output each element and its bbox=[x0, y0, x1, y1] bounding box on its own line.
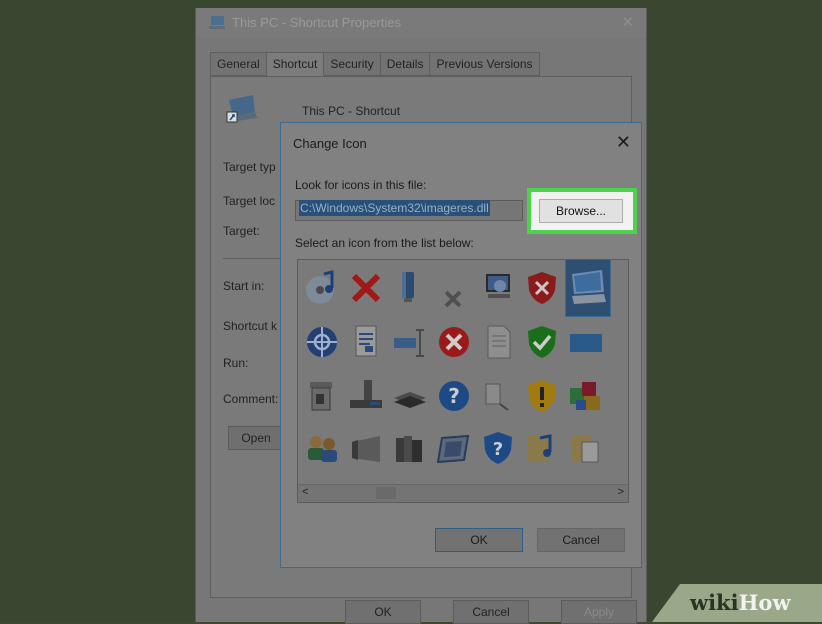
target-location-label: Target loc bbox=[223, 194, 276, 208]
green-shield-check-icon[interactable] bbox=[522, 322, 562, 362]
properties-titlebar: This PC - Shortcut Properties ✕ bbox=[196, 8, 646, 38]
dvd-drive-icon[interactable] bbox=[346, 376, 386, 416]
target-label: Target: bbox=[223, 224, 260, 238]
select-icon-label: Select an icon from the list below: bbox=[295, 236, 474, 250]
browse-button[interactable]: Browse... bbox=[539, 199, 623, 223]
start-in-label: Start in: bbox=[223, 279, 265, 293]
browse-highlight: Browse... bbox=[527, 188, 637, 234]
text-cursor-icon[interactable] bbox=[390, 322, 430, 362]
network-globe-icon[interactable] bbox=[302, 322, 342, 362]
horizontal-scrollbar[interactable]: < > bbox=[298, 484, 628, 502]
change-icon-title: Change Icon bbox=[293, 136, 367, 151]
wikihow-wiki-text: wiki bbox=[690, 590, 739, 615]
red-shield-x-icon[interactable] bbox=[522, 268, 562, 308]
monitor-globe-icon[interactable] bbox=[478, 268, 518, 308]
cable-icon[interactable] bbox=[478, 376, 518, 416]
wikihow-watermark: wikiHow bbox=[652, 584, 822, 622]
close-icon[interactable]: ✕ bbox=[616, 132, 631, 153]
music-cd-icon[interactable] bbox=[302, 268, 342, 308]
cancel-button[interactable]: Cancel bbox=[453, 600, 529, 624]
scanner-icon[interactable] bbox=[390, 376, 430, 416]
tab-security[interactable]: Security bbox=[324, 52, 381, 76]
scroll-left-arrow[interactable]: < bbox=[302, 486, 308, 498]
blank-page-icon[interactable] bbox=[478, 322, 518, 362]
wikihow-how-text: How bbox=[738, 590, 791, 615]
svg-text:?: ? bbox=[493, 439, 503, 460]
shortcut-name: This PC - Shortcut bbox=[302, 104, 401, 118]
scroll-right-arrow[interactable]: > bbox=[618, 486, 624, 498]
properties-tabs: General Shortcut Security Details Previo… bbox=[210, 52, 540, 76]
tab-shortcut[interactable]: Shortcut bbox=[266, 52, 325, 76]
music-folder-icon[interactable] bbox=[522, 428, 562, 468]
target-type-label: Target typ bbox=[223, 160, 276, 174]
scrollbar-thumb[interactable] bbox=[376, 487, 396, 499]
folder-edge-icon[interactable] bbox=[616, 376, 628, 416]
open-file-location-button[interactable]: Open bbox=[228, 426, 284, 450]
clipboard-partial-icon[interactable] bbox=[616, 428, 628, 468]
red-circle-x-icon[interactable] bbox=[434, 322, 474, 362]
separator bbox=[223, 258, 283, 259]
tab-details[interactable]: Details bbox=[380, 52, 431, 76]
library-icon[interactable] bbox=[390, 428, 430, 468]
path-selected-text: C:\Windows\System32\imageres.dll bbox=[299, 200, 490, 216]
properties-title: This PC - Shortcut Properties bbox=[232, 15, 402, 30]
svg-text:?: ? bbox=[448, 384, 460, 408]
ok-button[interactable]: OK bbox=[345, 600, 421, 624]
close-icon[interactable]: ✕ bbox=[621, 13, 634, 31]
wikihow-logo: wikiHow bbox=[690, 590, 791, 615]
comment-label: Comment: bbox=[223, 392, 279, 406]
speaker-icon[interactable] bbox=[346, 428, 386, 468]
picture-frame-icon[interactable] bbox=[434, 428, 474, 468]
document-text-icon[interactable] bbox=[346, 322, 386, 362]
red-x-icon[interactable] bbox=[346, 268, 386, 308]
yellow-shield-exclamation-icon[interactable] bbox=[522, 376, 562, 416]
recycle-bin-icon[interactable] bbox=[302, 376, 342, 416]
cancel-button[interactable]: Cancel bbox=[537, 528, 625, 552]
shield-question-icon[interactable]: ? bbox=[478, 428, 518, 468]
small-x-icon[interactable] bbox=[434, 276, 474, 316]
users-icon[interactable] bbox=[302, 428, 342, 468]
computer-icon bbox=[209, 16, 225, 29]
folder-partial-icon[interactable] bbox=[616, 268, 628, 308]
run-label: Run: bbox=[223, 356, 249, 370]
shortcut-key-label: Shortcut k bbox=[223, 319, 278, 333]
look-for-icons-label: Look for icons in this file: bbox=[295, 178, 427, 192]
icon-file-path-input[interactable]: C:\Windows\System32\imageres.dll bbox=[295, 200, 523, 221]
blue-question-icon[interactable]: ? bbox=[434, 376, 474, 416]
icon-list[interactable]: ? ? < > bbox=[297, 259, 629, 503]
folder-document-icon[interactable] bbox=[566, 428, 606, 468]
tab-general[interactable]: General bbox=[210, 52, 267, 76]
apps-icon[interactable] bbox=[566, 376, 606, 416]
shortcut-computer-icon bbox=[226, 95, 257, 123]
computer-icon[interactable] bbox=[565, 260, 611, 317]
blue-screen-icon[interactable] bbox=[566, 322, 606, 362]
apply-button[interactable]: Apply bbox=[561, 600, 637, 624]
tab-previous-versions[interactable]: Previous Versions bbox=[430, 52, 540, 76]
usb-drive-icon[interactable] bbox=[390, 268, 430, 308]
partial-icon[interactable] bbox=[616, 322, 628, 362]
ok-button[interactable]: OK bbox=[435, 528, 523, 552]
